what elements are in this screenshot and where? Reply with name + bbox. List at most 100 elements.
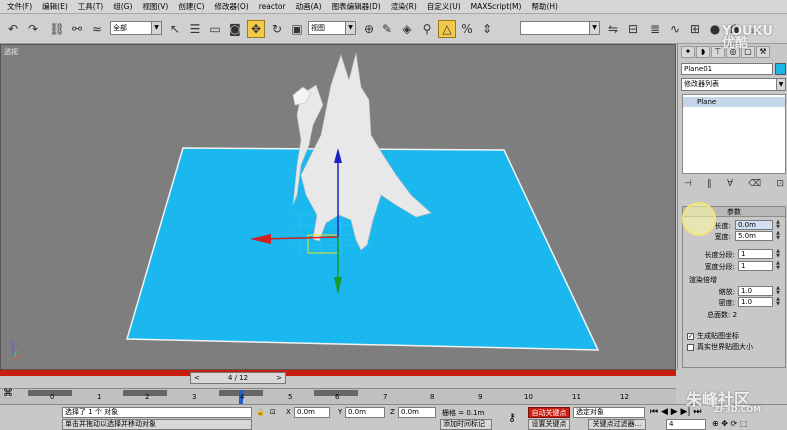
current-frame-field[interactable]: 4 — [666, 419, 706, 430]
command-panel: ✦ ◗ ⊤ ◎ ▢ ⚒ Plane01 修改器列表 ▼ Plane ⊣ ‖ ∀ … — [677, 44, 787, 370]
remove-modifier-icon[interactable]: ⌫ — [748, 179, 761, 189]
menu-graph-editors[interactable]: 图表编辑器(D) — [327, 0, 386, 14]
absolute-mode-icon[interactable]: ⊡ — [270, 408, 276, 416]
key-mode-icon[interactable]: ⚷ — [508, 411, 516, 424]
menu-reactor[interactable]: reactor — [254, 0, 291, 14]
time-prev-button[interactable]: < — [191, 373, 203, 383]
layer-manager-icon[interactable]: ≣ — [646, 20, 664, 38]
width-spinner-icon[interactable]: ▲ ▼ — [775, 231, 781, 241]
tick-label: 5 — [288, 393, 293, 401]
menu-tools[interactable]: 工具(T) — [73, 0, 108, 14]
schematic-view-icon[interactable]: ⊞ — [686, 20, 704, 38]
menu-help[interactable]: 帮助(H) — [526, 0, 563, 14]
create-tab-icon[interactable]: ✦ — [681, 46, 695, 58]
menu-views[interactable]: 视图(V) — [137, 0, 173, 14]
named-selection-dropdown[interactable]: ▼ — [520, 21, 600, 35]
select-manipulate-icon[interactable]: ✎ — [378, 20, 396, 38]
viewport-label[interactable]: 透视 — [4, 47, 18, 57]
menu-edit[interactable]: 编辑(E) — [37, 0, 73, 14]
unlink-icon[interactable]: ⚯ — [68, 20, 86, 38]
density-field[interactable]: 1.0 — [738, 297, 773, 307]
width-field[interactable]: 5.0m — [735, 231, 773, 241]
density-spinner-icon[interactable]: ▲ ▼ — [775, 297, 781, 307]
stack-buttons: ⊣ ‖ ∀ ⌫ ⊡ — [682, 177, 786, 191]
modify-tab-icon[interactable]: ◗ — [696, 46, 710, 58]
length-spinner-icon[interactable]: ▲ ▼ — [775, 220, 781, 230]
width-segs-spinner-icon[interactable]: ▲ ▼ — [775, 261, 781, 271]
mini-curve-editor-icon[interactable]: ⌘ — [3, 388, 13, 399]
x-coordinate-field[interactable]: 0.0m — [294, 407, 330, 418]
tick-label: 7 — [383, 393, 388, 401]
make-unique-icon[interactable]: ∀ — [727, 179, 733, 189]
scale-field[interactable]: 1.0 — [738, 286, 773, 296]
menu-customize[interactable]: 自定义(U) — [422, 0, 466, 14]
redo-icon[interactable]: ↷ — [24, 20, 42, 38]
select-scale-icon[interactable]: ▣ — [288, 20, 306, 38]
rect-selection-icon[interactable]: ▭ — [206, 20, 224, 38]
set-key-button[interactable]: 设置关键点 — [528, 419, 570, 430]
object-name-field[interactable]: Plane01 — [681, 63, 773, 75]
snaps-toggle-icon[interactable]: ⚲ — [418, 20, 436, 38]
scale-spinner-icon[interactable]: ▲ ▼ — [775, 286, 781, 296]
spinner-snap-icon[interactable]: ⇕ — [478, 20, 496, 38]
reference-coordinate-dropdown[interactable]: 视图 ▼ — [308, 21, 356, 35]
tick-label: 8 — [430, 393, 435, 401]
select-by-name-icon[interactable]: ☰ — [186, 20, 204, 38]
modifier-list-dropdown[interactable]: 修改器列表 ▼ — [681, 78, 786, 91]
align-icon[interactable]: ⊟ — [624, 20, 642, 38]
bind-space-warp-icon[interactable]: ≈ — [88, 20, 106, 38]
object-color-swatch[interactable] — [775, 63, 786, 75]
select-link-icon[interactable]: ⛓ — [48, 20, 66, 38]
selection-filter-dropdown[interactable]: 全部 ▼ — [110, 21, 162, 35]
width-segs-field[interactable]: 1 — [738, 261, 773, 271]
menu-create[interactable]: 创建(C) — [173, 0, 209, 14]
checkbox-checked-icon: ✓ — [687, 332, 694, 340]
time-slider[interactable]: < 4 / 12 > — [190, 372, 286, 384]
show-end-result-icon[interactable]: ‖ — [707, 179, 712, 189]
mirror-icon[interactable]: ⇋ — [604, 20, 622, 38]
viewport-axis-tripod — [12, 341, 22, 359]
z-coordinate-field[interactable]: 0.0m — [398, 407, 436, 418]
real-world-checkbox[interactable]: 真实世界贴图大小 — [687, 342, 753, 352]
window-crossing-icon[interactable]: ◙ — [226, 20, 244, 38]
configure-sets-icon[interactable]: ⊡ — [776, 179, 784, 189]
pin-stack-icon[interactable]: ⊣ — [684, 179, 692, 189]
menu-maxscript[interactable]: MAXScript(M) — [466, 0, 527, 14]
angle-snap-icon[interactable]: △ — [438, 20, 456, 38]
select-rotate-icon[interactable]: ↻ — [268, 20, 286, 38]
chevron-down-icon: ▼ — [589, 22, 599, 34]
length-field[interactable]: 0.0m — [735, 220, 773, 230]
community-url-watermark: ZF3D.COM — [714, 405, 762, 414]
select-move-icon[interactable]: ✥ — [247, 20, 265, 38]
selected-object-dropdown[interactable]: 选定对象 — [573, 407, 645, 418]
menu-group[interactable]: 组(G) — [108, 0, 137, 14]
tick-label: 11 — [572, 393, 581, 401]
add-time-tag-button[interactable]: 添加时间标记 — [440, 419, 492, 430]
undo-icon[interactable]: ↶ — [4, 20, 22, 38]
y-coordinate-field[interactable]: 0.0m — [345, 407, 385, 418]
viewport-nav-controls[interactable]: ⊕ ✥ ⟳ ⬚ — [712, 419, 747, 428]
curve-editor-icon[interactable]: ∿ — [666, 20, 684, 38]
menu-rendering[interactable]: 渲染(R) — [386, 0, 422, 14]
pivot-center-icon[interactable]: ⊕ — [360, 20, 378, 38]
length-segs-spinner-icon[interactable]: ▲ ▼ — [775, 249, 781, 259]
percent-snap-icon[interactable]: % — [458, 20, 476, 38]
lock-selection-icon[interactable]: 🔒 — [256, 408, 265, 416]
menu-modifiers[interactable]: 修改器(O) — [209, 0, 253, 14]
select-object-icon[interactable]: ↖ — [166, 20, 184, 38]
time-next-button[interactable]: > — [273, 373, 285, 383]
auto-key-button[interactable]: 自动关键点 — [528, 407, 570, 418]
youku-watermark: YOUKU 优酷 — [722, 24, 773, 51]
tick-label: 1 — [97, 393, 102, 401]
gen-mapping-checkbox[interactable]: ✓ 生成贴图坐标 — [687, 331, 739, 341]
tick-label: 0 — [50, 393, 55, 401]
grid-size-display: 栅格 = 0.1m — [442, 409, 485, 417]
tick-label: 12 — [620, 393, 629, 401]
length-segs-field[interactable]: 1 — [738, 249, 773, 259]
menu-file[interactable]: 文件(F) — [2, 0, 37, 14]
keyboard-shortcut-icon[interactable]: ◈ — [398, 20, 416, 38]
perspective-viewport[interactable]: 透视 — [0, 44, 676, 370]
menu-animation[interactable]: 动画(A) — [291, 0, 327, 14]
stack-item-plane[interactable]: Plane — [683, 97, 785, 107]
key-filters-button[interactable]: 关键点过滤器... — [588, 419, 646, 430]
